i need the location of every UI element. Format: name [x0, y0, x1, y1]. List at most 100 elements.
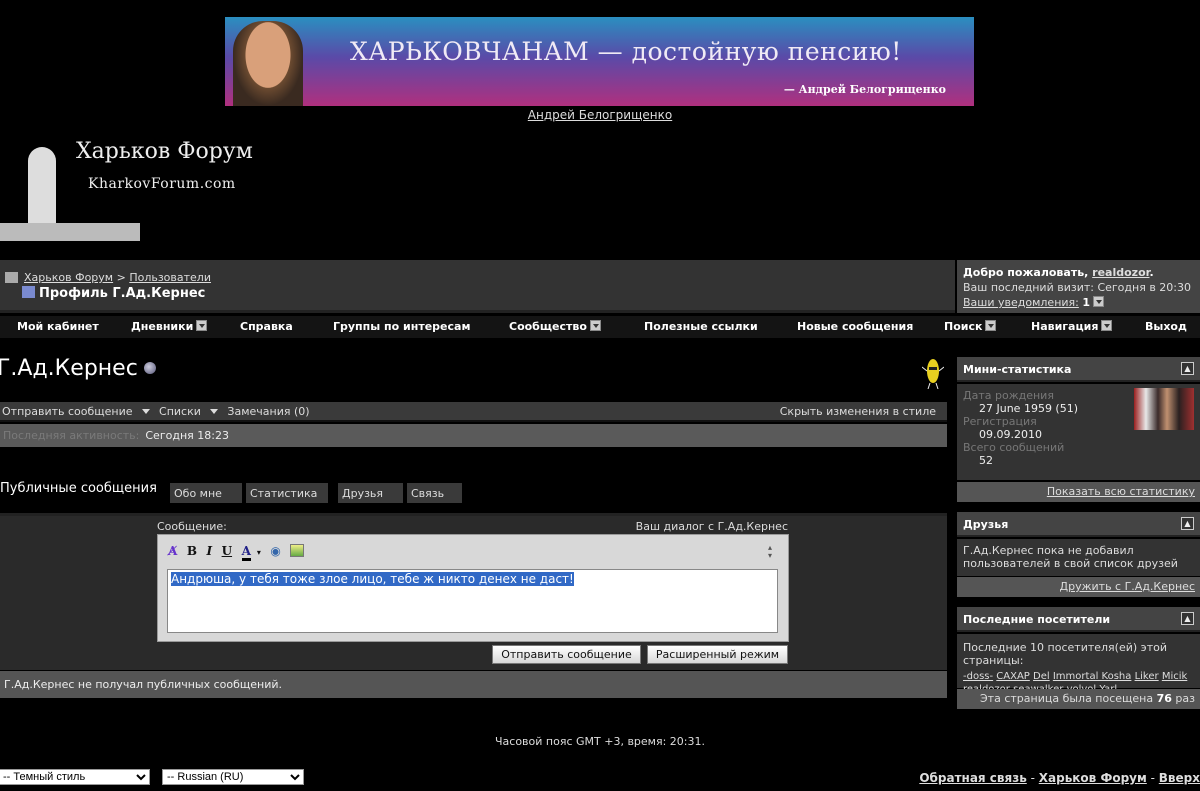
tab-statistics[interactable]: Статистика	[246, 483, 328, 503]
visitor-link[interactable]: Del	[1033, 671, 1050, 682]
add-friend-link[interactable]: Дружить с Г.Ад.Кернес	[1060, 580, 1195, 593]
collapse-icon[interactable]: ▲	[1181, 362, 1194, 375]
dropdown-icon	[196, 320, 208, 331]
welcome-dot: .	[1149, 266, 1154, 279]
visitor-link[interactable]: Immortal Kosha	[1053, 671, 1132, 682]
banner-portrait	[233, 21, 303, 106]
chevron-down-icon	[209, 409, 218, 418]
tab-contact[interactable]: Связь	[407, 483, 462, 503]
mini-stats-footer: Показать всю статистику	[957, 482, 1200, 502]
visitor-link[interactable]: -doss-	[963, 671, 993, 682]
dialog-link[interactable]: Ваш диалог с Г.Ад.Кернес	[600, 520, 788, 533]
nav-diaries[interactable]: Дневники	[131, 320, 208, 333]
forum-home-link[interactable]: Харьков Форум	[1039, 771, 1147, 785]
profile-icon	[22, 286, 35, 298]
nav-useful-links[interactable]: Полезные ссылки	[644, 320, 758, 333]
remove-format-icon[interactable]: A̸	[168, 544, 177, 558]
send-message-menu[interactable]: Отправить сообщение	[2, 405, 150, 418]
breadcrumb-bar: Харьков Форум > Пользователи Профиль Г.А…	[0, 260, 955, 313]
resize-editor-icon[interactable]: ▴ ▾	[768, 544, 772, 560]
block-title: Друзья	[963, 518, 1009, 531]
dropdown-icon[interactable]	[1093, 296, 1105, 307]
nav-new-posts[interactable]: Новые сообщения	[797, 320, 913, 333]
tab-public-messages[interactable]: Публичные сообщения	[0, 478, 162, 506]
main-nav: Мой кабинет Дневники Справка Группы по и…	[0, 316, 1200, 338]
nav-label: Поиск	[944, 320, 983, 333]
breadcrumb-home[interactable]: Харьков Форум	[24, 271, 113, 284]
nav-logout[interactable]: Выход	[1145, 320, 1187, 333]
breadcrumb-users[interactable]: Пользователи	[129, 271, 211, 284]
collapse-icon[interactable]: ▲	[1181, 517, 1194, 530]
italic-button[interactable]: I	[206, 544, 212, 558]
breadcrumb-separator: >	[116, 271, 126, 284]
menu-label: Отправить сообщение	[2, 405, 133, 418]
message-text: Андрюша, у тебя тоже злое лицо, тебе ж н…	[171, 572, 574, 586]
mini-stats-body: Дата рождения 27 June 1959 (51) Регистра…	[957, 384, 1200, 480]
profile-actions-bar: Отправить сообщение Списки Замечания (0)…	[0, 402, 947, 422]
show-all-stats-link[interactable]: Показать всю статистику	[1047, 485, 1195, 498]
folder-icon	[5, 272, 18, 283]
lists-menu[interactable]: Списки	[159, 405, 218, 418]
feedback-link[interactable]: Обратная связь	[919, 771, 1026, 785]
last-activity-value: Сегодня 18:23	[145, 429, 229, 442]
chevron-down-icon	[141, 409, 150, 418]
send-message-button[interactable]: Отправить сообщение	[492, 645, 641, 664]
visitor-link[interactable]: Liker	[1135, 671, 1159, 682]
nav-search[interactable]: Поиск	[944, 320, 997, 333]
logo-title: Харьков Форум	[76, 139, 253, 164]
nav-my-account[interactable]: Мой кабинет	[17, 320, 99, 333]
notifications-link[interactable]: Ваши уведомления:	[963, 296, 1079, 309]
visit-count-label: Эта страница была посещена	[980, 692, 1154, 705]
visitors-body: Последние 10 посетителя(ей) этой страниц…	[957, 634, 1200, 695]
site-logo[interactable]: Харьков Форум KharkovForum.com	[0, 135, 253, 245]
mini-stats-header: Мини-статистика ▲	[957, 357, 1200, 382]
dropdown-icon	[1101, 320, 1113, 331]
visitors-text: Последние 10 посетителя(ей) этой страниц…	[963, 641, 1167, 667]
collapse-icon[interactable]: ▲	[1181, 612, 1194, 625]
message-textarea[interactable]: Андрюша, у тебя тоже злое лицо, тебе ж н…	[167, 569, 778, 633]
nav-label: Дневники	[131, 320, 194, 333]
online-status-icon	[143, 362, 156, 374]
visitor-link[interactable]: Micik	[1162, 671, 1187, 682]
welcome-greeting: Добро пожаловать,	[963, 266, 1093, 279]
chevron-down-icon[interactable]: ▾	[257, 547, 261, 557]
back-to-top-link[interactable]: Вверх	[1159, 771, 1200, 785]
nav-groups[interactable]: Группы по интересам	[333, 320, 470, 333]
no-messages-notice: Г.Ад.Кернес не получал публичных сообщен…	[0, 671, 947, 698]
language-select[interactable]: -- Russian (RU)	[162, 769, 304, 785]
insert-image-icon[interactable]	[290, 544, 305, 557]
avatar[interactable]	[1134, 388, 1194, 430]
separator: -	[1026, 771, 1039, 785]
nav-label: Сообщество	[509, 320, 587, 333]
last-activity-bar: Последняя активность: Сегодня 18:23	[0, 424, 947, 447]
tab-friends[interactable]: Друзья	[338, 483, 403, 503]
underline-button[interactable]: U	[222, 544, 232, 558]
banner-signature: — Андрей Белогрищенко	[783, 83, 946, 96]
style-select[interactable]: -- Темный стиль	[0, 769, 150, 785]
friends-body: Г.Ад.Кернес пока не добавил пользователе…	[957, 539, 1200, 576]
banner-link[interactable]: Андрей Белогрищенко	[528, 108, 672, 122]
visit-count-suffix: раз	[1175, 692, 1195, 705]
visitor-link[interactable]: CAXAP	[996, 671, 1030, 682]
insert-link-icon[interactable]: ◉	[270, 544, 280, 558]
posts-value: 52	[979, 454, 993, 467]
editor-toolbar: A̸ B I U A ▾ ◉	[168, 544, 310, 564]
bold-button[interactable]: B	[187, 544, 197, 558]
notes-link[interactable]: Замечания (0)	[227, 405, 309, 418]
separator: -	[1146, 771, 1159, 785]
advanced-mode-button[interactable]: Расширенный режим	[647, 645, 788, 664]
page-title-text: Профиль Г.Ад.Кернес	[39, 286, 206, 301]
menu-label: Списки	[159, 405, 201, 418]
hide-style-link[interactable]: Скрыть изменения в стиле	[780, 405, 936, 418]
block-title: Последние посетители	[963, 613, 1111, 626]
text-color-icon[interactable]: A	[241, 544, 251, 561]
tab-about[interactable]: Обо мне	[170, 483, 242, 503]
username-link[interactable]: realdozor	[1092, 266, 1149, 279]
message-label: Сообщение:	[157, 520, 227, 533]
ad-banner[interactable]: ХАРЬКОВЧАНАМ — достойную пенсию! — Андре…	[225, 17, 974, 106]
nav-navigation[interactable]: Навигация	[1031, 320, 1113, 333]
message-editor: A̸ B I U A ▾ ◉ ▴ ▾ Андрюша, у тебя тоже зл…	[157, 534, 789, 642]
footer-links: Обратная связь - Харьков Форум - Вверх	[919, 771, 1200, 785]
nav-help[interactable]: Справка	[240, 320, 293, 333]
nav-community[interactable]: Сообщество	[509, 320, 601, 333]
